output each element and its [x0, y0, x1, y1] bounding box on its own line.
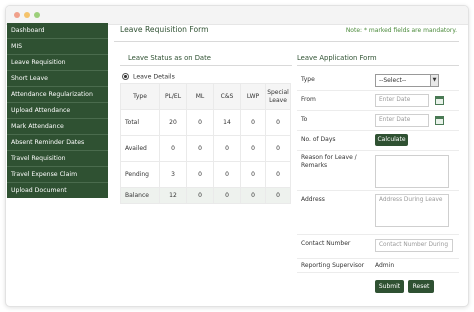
- table-cell: 14: [213, 109, 241, 136]
- sidebar-item-mark-attendance[interactable]: Mark Attendance: [7, 119, 108, 135]
- sidebar: Dashboard MIS Leave Requisition Short Le…: [7, 23, 108, 198]
- supervisor-label: Reporting Supervisor: [301, 262, 365, 269]
- table-cell: 0: [186, 161, 214, 188]
- sidebar-item-mis[interactable]: MIS: [7, 39, 108, 55]
- form-row-reason: Reason for Leave / Remarks: [297, 150, 459, 191]
- table-row: Availed 0 0 0 0 0: [120, 135, 291, 162]
- calculate-button[interactable]: Calculate: [375, 134, 408, 146]
- table-cell: 0: [265, 161, 291, 188]
- type-label: Type: [301, 76, 315, 83]
- table-cell: 0: [240, 135, 266, 162]
- calendar-icon[interactable]: [435, 96, 444, 105]
- sidebar-item-attendance-regularization[interactable]: Attendance Regularization: [7, 87, 108, 103]
- col-header-type: Type: [120, 83, 160, 110]
- row-label: Pending: [120, 161, 160, 188]
- table-cell: 0: [265, 187, 291, 204]
- row-label: Balance: [120, 187, 160, 204]
- form-row-address: Address Address During Leave: [297, 190, 459, 235]
- leave-application-title: Leave Application Form: [297, 54, 377, 62]
- table-cell: 0: [213, 135, 241, 162]
- maximize-dot-icon[interactable]: [34, 12, 40, 18]
- leave-status-table: Type PL/EL ML C&S LWP Special Leave Tota…: [120, 83, 291, 204]
- sidebar-item-dashboard[interactable]: Dashboard: [7, 23, 108, 39]
- main-content: Leave Requisition Form Note: * marked fi…: [114, 23, 459, 301]
- days-label: No. of Days: [301, 136, 336, 143]
- table-row-balance: Balance 12 0 0 0 0: [120, 187, 291, 204]
- table-cell: 0: [265, 135, 291, 162]
- sidebar-item-travel-expense-claim[interactable]: Travel Expense Claim: [7, 167, 108, 183]
- close-dot-icon[interactable]: [14, 12, 20, 18]
- col-header-cs: C&S: [213, 83, 241, 110]
- table-cell: 12: [159, 187, 187, 204]
- form-row-from: From Enter Date: [297, 90, 459, 111]
- address-textarea[interactable]: Address During Leave: [375, 194, 449, 227]
- table-cell: 0: [186, 109, 214, 136]
- row-label: Total: [120, 109, 160, 136]
- leave-status-title: Leave Status as on Date: [128, 54, 211, 62]
- table-row: Pending 3 0 0 0 0: [120, 161, 291, 188]
- sidebar-item-absent-reminder-dates[interactable]: Absent Reminder Dates: [7, 135, 108, 151]
- to-label: To: [301, 116, 308, 123]
- table-cell: 0: [240, 109, 266, 136]
- table-cell: 0: [186, 187, 214, 204]
- sidebar-item-short-leave[interactable]: Short Leave: [7, 71, 108, 87]
- title-divider: [114, 41, 459, 42]
- leave-details-radio-row[interactable]: Leave Details: [122, 73, 175, 81]
- col-header-ml: ML: [186, 83, 214, 110]
- table-cell: 0: [186, 135, 214, 162]
- calendar-icon[interactable]: [435, 116, 444, 125]
- sidebar-item-upload-attendance[interactable]: Upload Attendance: [7, 103, 108, 119]
- minimize-dot-icon[interactable]: [24, 12, 30, 18]
- mandatory-note: Note: * marked fields are mandatory.: [345, 27, 457, 34]
- row-label: Availed: [120, 135, 160, 162]
- form-row-supervisor: Reporting Supervisor Admin: [297, 258, 459, 273]
- col-header-special-leave: Special Leave: [265, 83, 291, 110]
- table-cell: 0: [240, 161, 266, 188]
- reason-textarea[interactable]: [375, 155, 449, 188]
- table-cell: 0: [213, 161, 241, 188]
- type-select-value: --Select--: [379, 77, 407, 84]
- leave-details-label: Leave Details: [133, 73, 175, 81]
- supervisor-value: Admin: [375, 262, 395, 269]
- col-header-lwp: LWP: [240, 83, 266, 110]
- page-title: Leave Requisition Form: [120, 25, 209, 34]
- form-row-to: To Enter Date: [297, 110, 459, 131]
- form-row-days: No. of Days Calculate: [297, 130, 459, 151]
- table-cell: 0: [159, 135, 187, 162]
- from-label: From: [301, 96, 316, 103]
- chevron-down-icon[interactable]: ▼: [430, 75, 438, 86]
- reason-label: Reason for Leave / Remarks: [301, 154, 357, 169]
- type-select[interactable]: --Select-- ▼: [375, 74, 439, 87]
- table-header-row: Type PL/EL ML C&S LWP Special Leave: [120, 83, 291, 110]
- submit-button[interactable]: Submit: [375, 280, 404, 293]
- form-row-type: Type --Select-- ▼: [297, 70, 459, 91]
- table-cell: 3: [159, 161, 187, 188]
- table-cell: 0: [265, 109, 291, 136]
- contact-input[interactable]: Contact Number During: [375, 239, 453, 252]
- table-row: Total 20 0 14 0 0: [120, 109, 291, 136]
- contact-label: Contact Number: [301, 240, 351, 247]
- reset-button[interactable]: Reset: [408, 280, 434, 293]
- address-label: Address: [301, 196, 325, 203]
- leave-details-radio[interactable]: [122, 73, 129, 80]
- from-date-input[interactable]: Enter Date: [375, 94, 429, 107]
- form-row-contact: Contact Number Contact Number During: [297, 234, 459, 259]
- table-cell: 0: [240, 187, 266, 204]
- sidebar-item-leave-requisition[interactable]: Leave Requisition: [7, 55, 108, 71]
- sidebar-item-upload-document[interactable]: Upload Document: [7, 183, 108, 198]
- col-header-pl-el: PL/EL: [159, 83, 187, 110]
- sidebar-item-travel-requisition[interactable]: Travel Requisition: [7, 151, 108, 167]
- leave-application-divider: [297, 65, 459, 66]
- table-cell: 20: [159, 109, 187, 136]
- to-date-input[interactable]: Enter Date: [375, 114, 429, 127]
- leave-status-divider: [120, 65, 292, 66]
- table-cell: 0: [213, 187, 241, 204]
